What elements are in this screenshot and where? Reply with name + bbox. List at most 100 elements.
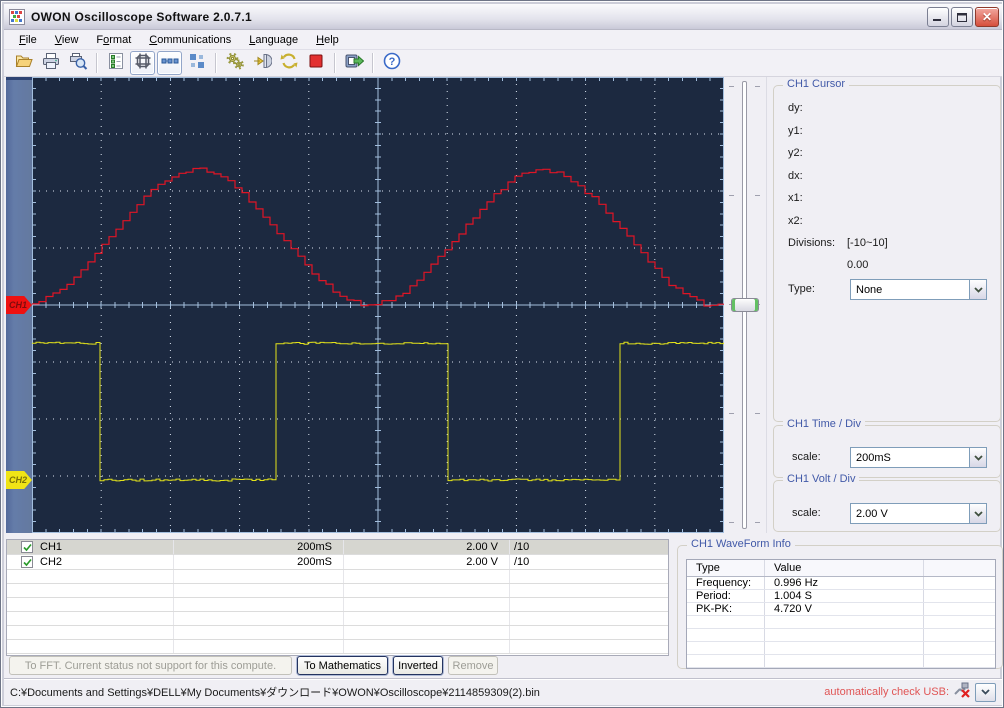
channel-list-button[interactable] <box>103 51 128 75</box>
toolbar-separator <box>372 53 373 73</box>
menu-help[interactable]: Help <box>307 32 348 48</box>
dot-line-icon <box>160 51 180 76</box>
connect-icon <box>252 51 272 76</box>
dot-line-display-button[interactable] <box>157 51 182 75</box>
slider-tick <box>755 413 760 414</box>
menu-view[interactable]: View <box>46 32 88 48</box>
stop-icon <box>306 51 326 76</box>
menu-language[interactable]: Language <box>240 32 307 48</box>
time-div-value: 200mS <box>856 451 891 464</box>
chevron-down-icon[interactable] <box>969 504 986 523</box>
channel-row-empty <box>7 584 668 598</box>
channel-row-ch1[interactable]: CH1 200mS 2.00 V/10 <box>7 540 668 555</box>
waveform-info-row-empty <box>687 629 995 642</box>
maximize-button[interactable] <box>951 7 973 27</box>
volt-div-title: CH1 Volt / Div <box>783 473 860 485</box>
print-preview-icon <box>68 51 88 76</box>
channel-name: CH2 <box>40 556 63 568</box>
stop-button[interactable] <box>303 51 328 75</box>
help-icon: ? <box>382 51 402 76</box>
menu-communications[interactable]: Communications <box>140 32 240 48</box>
waveform-info-cell <box>924 577 995 589</box>
record-button[interactable] <box>341 51 366 75</box>
waveform-info-row-empty <box>687 655 995 668</box>
inverted-button[interactable]: Inverted <box>393 656 443 675</box>
channel-name: CH1 <box>40 541 63 553</box>
app-icon <box>9 8 25 25</box>
waveform-info-title: CH1 WaveForm Info <box>687 538 795 550</box>
to-fft-button: To FFT. Current status not support for t… <box>9 656 292 675</box>
tile-icon <box>187 51 207 76</box>
record-icon <box>344 51 364 76</box>
ch1-time-div-panel: CH1 Time / Div scale: 200mS <box>773 418 1001 478</box>
slider-tick <box>755 522 760 523</box>
cursor-field-y2: y2: <box>788 147 803 159</box>
channel-row-empty <box>7 640 668 654</box>
waveform-info-cell: 4.720 V <box>765 603 924 615</box>
print-button[interactable] <box>38 51 63 75</box>
toolbar-separator <box>215 53 216 73</box>
waveform-info-table: Type Value Frequency: 0.996 Hz Period: 1.004 … <box>686 559 996 669</box>
status-bar: C:¥Documents and Settings¥DELL¥My Docume… <box>4 678 1002 705</box>
chevron-down-icon[interactable] <box>969 280 986 299</box>
channel-table: CH1 200mS 2.00 V/10 CH2 200mS 2.00 V/10 <box>6 539 669 656</box>
print-preview-button[interactable] <box>65 51 90 75</box>
slider-tick <box>755 195 760 196</box>
printer-icon <box>41 51 61 76</box>
scope-display[interactable] <box>32 77 724 533</box>
connect-device-button[interactable] <box>249 51 274 75</box>
usb-disconnected-icon[interactable] <box>953 681 971 703</box>
waveform-info-row: Period: 1.004 S <box>687 590 995 603</box>
cursor-field-dy: dy: <box>788 102 803 114</box>
waveform-info-cell <box>924 590 995 602</box>
svg-text:?: ? <box>388 56 395 68</box>
open-file-button[interactable] <box>11 51 36 75</box>
time-div-title: CH1 Time / Div <box>783 418 865 430</box>
column-header: Type <box>687 560 765 576</box>
channel-row-ch2[interactable]: CH2 200mS 2.00 V/10 <box>7 555 668 570</box>
time-div-select[interactable]: 200mS <box>850 447 987 468</box>
refresh-button[interactable] <box>276 51 301 75</box>
channel-time-div: 200mS <box>174 540 344 554</box>
ch1-cursor-panel: CH1 Cursor dy: y1: y2: dx: x1: x2: Divisions:… <box>773 78 1001 422</box>
channel-checkbox[interactable] <box>21 556 33 568</box>
cursor-type-label: Type: <box>788 283 815 295</box>
chevron-down-icon[interactable] <box>969 448 986 467</box>
cursor-type-select[interactable]: None <box>850 279 987 300</box>
usb-check-dropdown[interactable] <box>975 682 996 702</box>
close-button[interactable]: ✕ <box>975 7 999 27</box>
divisions-range: [-10~10] <box>847 237 888 249</box>
cursor-field-x2: x2: <box>788 214 803 227</box>
divisions-value: 0.00 <box>847 259 869 271</box>
waveform-info-panel: CH1 WaveForm Info Type Value Frequency: 0.9… <box>677 538 1003 669</box>
cursor-panel-title: CH1 Cursor <box>783 78 850 90</box>
channel-row-empty <box>7 626 668 640</box>
slider-tick <box>729 195 734 196</box>
waveform-info-cell: 0.996 Hz <box>765 577 924 589</box>
list-icon <box>106 51 126 76</box>
cursor-field-x1: x1: <box>788 192 803 204</box>
window-title: OWON Oscilloscope Software 2.0.7.1 <box>31 9 252 24</box>
tile-windows-button[interactable] <box>184 51 209 75</box>
menu-file[interactable]: File <box>10 32 46 48</box>
menu-format[interactable]: Format <box>87 32 140 48</box>
title-bar: OWON Oscilloscope Software 2.0.7.1 ✕ <box>4 4 1002 30</box>
slider-handle[interactable] <box>731 298 759 312</box>
volt-div-value: 2.00 V <box>856 507 888 520</box>
help-button[interactable]: ? <box>379 51 404 75</box>
time-scale-label: scale: <box>792 451 821 463</box>
divisions-label: Divisions: <box>788 237 836 249</box>
minimize-button[interactable] <box>927 7 949 27</box>
settings-button[interactable] <box>222 51 247 75</box>
waveform-info-cell <box>924 603 995 615</box>
to-mathematics-button[interactable]: To Mathematics <box>297 656 388 675</box>
gears-icon <box>225 51 245 76</box>
grid-display-button[interactable] <box>130 51 155 75</box>
waveform-info-row: Frequency: 0.996 Hz <box>687 577 995 590</box>
menu-bar: File View Format Communications Language Help <box>4 30 1002 50</box>
volt-div-select[interactable]: 2.00 V <box>850 503 987 524</box>
slider-tick <box>729 522 734 523</box>
channel-checkbox[interactable] <box>21 541 33 553</box>
toolbar: ? <box>4 50 1002 77</box>
waveform-info-row: PK-PK: 4.720 V <box>687 603 995 616</box>
